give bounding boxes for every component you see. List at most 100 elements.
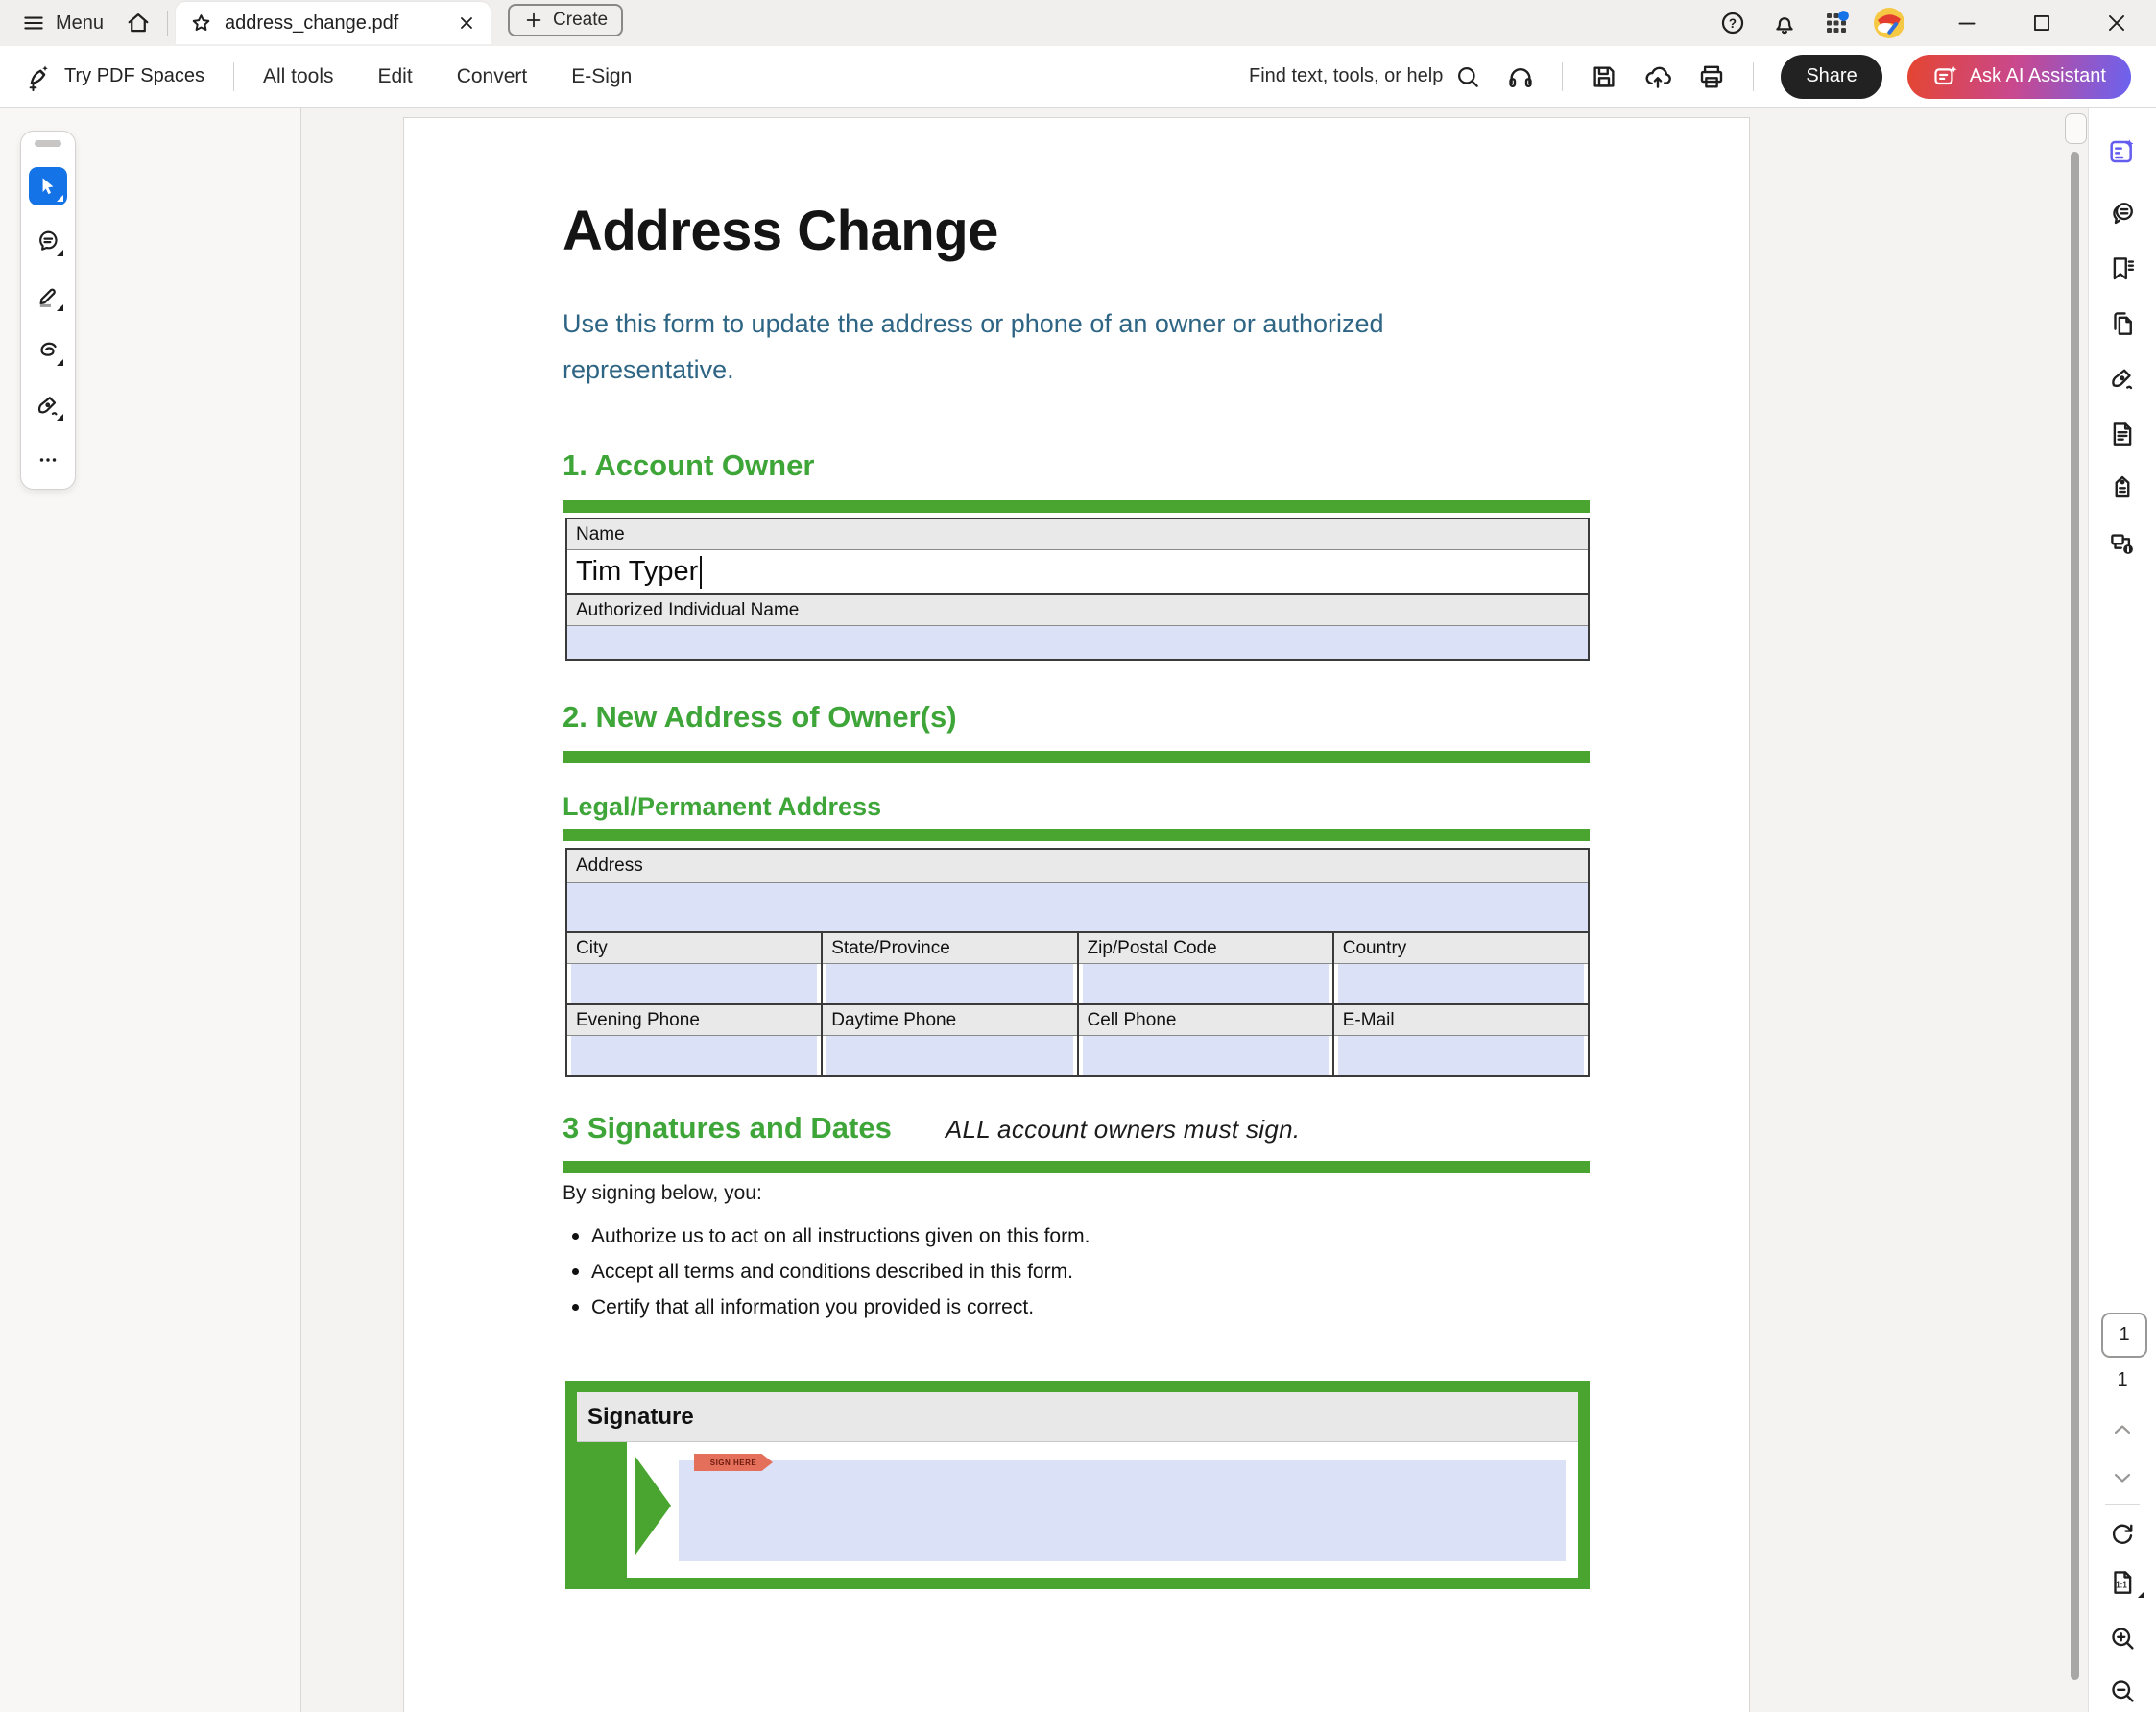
tab-edit[interactable]: Edit	[378, 65, 413, 88]
minimize-button[interactable]	[1952, 9, 1981, 37]
avatar[interactable]	[1874, 8, 1904, 38]
zip-cell: Zip/Postal Code	[1077, 933, 1332, 1003]
help-button[interactable]: ?	[1718, 9, 1747, 37]
form-title: Address Change	[563, 199, 998, 263]
draw-tool-button[interactable]	[29, 331, 67, 370]
bookmarks-panel-button[interactable]	[2089, 248, 2156, 290]
city-field[interactable]	[571, 964, 817, 1003]
cell-phone-field[interactable]	[1083, 1036, 1329, 1075]
sign-here-tag[interactable]: SIGN HERE	[694, 1454, 773, 1471]
scrollbar-thumb[interactable]	[2071, 152, 2079, 1680]
state-field[interactable]	[826, 964, 1072, 1003]
actual-size-button[interactable]: 1:1	[2089, 1561, 2156, 1603]
search-icon[interactable]	[1454, 63, 1481, 90]
cloud-upload-icon	[1643, 62, 1672, 91]
fill-sign-tool-button[interactable]	[29, 386, 67, 424]
share-button[interactable]: Share	[1781, 55, 1881, 99]
zoom-out-button[interactable]	[2089, 1670, 2156, 1712]
page-thumbnails-panel-button[interactable]	[2089, 302, 2156, 345]
apps-grid-button[interactable]	[1822, 9, 1851, 37]
comment-tool-button[interactable]	[29, 222, 67, 260]
email-field[interactable]	[1338, 1036, 1584, 1075]
apps-grid-icon	[1822, 9, 1851, 37]
signature-arrow	[635, 1457, 671, 1555]
device-info-panel-button[interactable]	[2089, 521, 2156, 564]
tab-all-tools[interactable]: All tools	[263, 65, 334, 88]
cell-phone-label: Cell Phone	[1079, 1005, 1332, 1036]
tab-convert[interactable]: Convert	[457, 65, 528, 88]
previous-page-button[interactable]	[2089, 1413, 2156, 1446]
maximize-button[interactable]	[2027, 9, 2056, 37]
daytime-phone-field[interactable]	[826, 1036, 1072, 1075]
select-tool-button[interactable]	[29, 167, 67, 205]
plus-icon	[523, 10, 544, 31]
name-field-value: Tim Typer	[576, 556, 698, 588]
ai-assistant-panel-button[interactable]	[2089, 131, 2156, 173]
authorized-name-label: Authorized Individual Name	[567, 593, 1588, 626]
signature-box: Signature SIGN HERE	[565, 1381, 1590, 1589]
signature-field[interactable]	[679, 1460, 1566, 1561]
form-subtitle: Use this form to update the address or p…	[563, 301, 1484, 393]
comments-panel-button[interactable]	[2089, 192, 2156, 234]
daytime-phone-cell: Daytime Phone	[821, 1005, 1076, 1075]
authorized-name-field[interactable]	[567, 626, 1588, 659]
home-button[interactable]	[117, 0, 159, 46]
signatures-panel-button[interactable]	[2089, 357, 2156, 399]
read-aloud-button[interactable]	[1506, 62, 1535, 91]
rotate-page-button[interactable]	[2089, 1513, 2156, 1555]
name-field[interactable]: Tim Typer	[567, 550, 1588, 593]
title-bar: Menu address_change.pdf Create ?	[0, 0, 2156, 46]
help-icon: ?	[1719, 10, 1746, 36]
account-owner-table: Name Tim Typer Authorized Individual Nam…	[565, 518, 1590, 661]
document-tab[interactable]: address_change.pdf	[176, 2, 491, 44]
printer-icon	[1697, 62, 1726, 91]
zip-label: Zip/Postal Code	[1079, 933, 1332, 964]
scrollbar-top-cap[interactable]	[2065, 113, 2087, 144]
notifications-button[interactable]	[1770, 9, 1799, 37]
right-rail: 1 1 1:1	[2088, 108, 2156, 1712]
name-field-label: Name	[567, 519, 1588, 550]
maximize-icon	[2029, 11, 2054, 36]
green-bar-1	[563, 500, 1590, 513]
comments-icon	[2108, 199, 2137, 228]
tag-icon	[2108, 472, 2137, 501]
city-cell: City	[567, 933, 821, 1003]
zoom-in-button[interactable]	[2089, 1617, 2156, 1659]
page-number-input[interactable]: 1	[2101, 1313, 2147, 1358]
attachments-panel-button[interactable]	[2089, 413, 2156, 455]
signing-bullets: Authorize us to act on all instructions …	[565, 1218, 1090, 1325]
country-field[interactable]	[1338, 964, 1584, 1003]
close-tab-icon[interactable]	[456, 12, 477, 34]
address-table: Address City State/Province Zip/Postal C…	[565, 848, 1590, 1077]
device-info-icon	[2108, 528, 2137, 557]
create-button[interactable]: Create	[508, 4, 623, 36]
ask-ai-label: Ask AI Assistant	[1970, 65, 2106, 87]
tab-title: address_change.pdf	[225, 12, 444, 35]
close-window-button[interactable]	[2102, 9, 2131, 37]
next-page-button[interactable]	[2089, 1461, 2156, 1494]
bullet-certify: Certify that all information you provide…	[565, 1290, 1090, 1325]
tags-panel-button[interactable]	[2089, 466, 2156, 508]
left-rail	[0, 108, 301, 1712]
address-field[interactable]	[567, 883, 1588, 931]
toolbar-divider-1	[233, 62, 234, 91]
save-button[interactable]	[1590, 62, 1618, 91]
zip-field[interactable]	[1083, 964, 1329, 1003]
try-pdf-spaces-button[interactable]: Try PDF Spaces	[25, 62, 204, 91]
tab-esign[interactable]: E-Sign	[571, 65, 632, 88]
more-tools-button[interactable]	[29, 441, 67, 479]
evening-phone-field[interactable]	[571, 1036, 817, 1075]
print-button[interactable]	[1697, 62, 1726, 91]
address-field-label: Address	[567, 850, 1588, 883]
toolbar-nav: All tools Edit Convert E-Sign	[263, 65, 632, 88]
star-icon[interactable]	[189, 12, 213, 36]
ask-ai-assistant-button[interactable]: Ask AI Assistant	[1907, 55, 2131, 99]
find-search-field[interactable]: Find text, tools, or help	[1249, 63, 1481, 90]
zoom-out-icon	[2108, 1676, 2137, 1705]
highlight-tool-button[interactable]	[29, 277, 67, 315]
signature-header: Signature	[577, 1392, 1578, 1442]
palette-drag-handle[interactable]	[35, 140, 61, 147]
upload-cloud-button[interactable]	[1643, 62, 1672, 91]
menu-button[interactable]: Menu	[0, 0, 117, 46]
rotate-icon	[2108, 1520, 2137, 1549]
